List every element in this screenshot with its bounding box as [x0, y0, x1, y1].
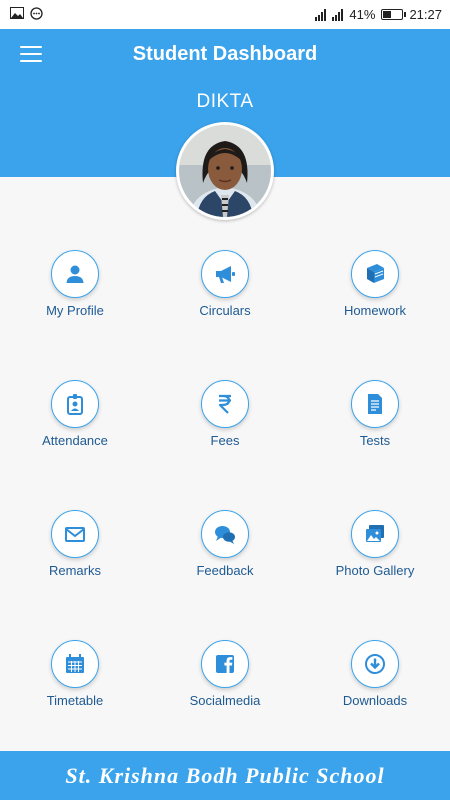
tile-label: Attendance	[42, 433, 108, 448]
id-badge-icon	[51, 380, 99, 428]
tile-label: Downloads	[342, 693, 408, 708]
tile-circulars[interactable]: Circulars	[150, 250, 300, 330]
tile-homework[interactable]: Homework	[300, 250, 450, 330]
battery-percent: 41%	[349, 7, 376, 22]
clock: 21:27	[409, 7, 442, 22]
signal-icon	[315, 8, 327, 21]
tile-attendance[interactable]: Attendance	[0, 380, 150, 460]
photos-icon	[351, 510, 399, 558]
document-icon	[351, 380, 399, 428]
tile-label: Socialmedia	[189, 693, 261, 708]
tile-label: Fees	[210, 433, 240, 448]
tile-label: Tests	[359, 433, 391, 448]
tile-feedback[interactable]: Feedback	[150, 510, 300, 590]
student-name: DIKTA	[196, 91, 254, 112]
rupee-icon	[201, 380, 249, 428]
student-photo	[179, 125, 271, 217]
avatar[interactable]	[176, 122, 274, 220]
download-icon	[351, 640, 399, 688]
tile-remarks[interactable]: Remarks	[0, 510, 150, 590]
signal-icon	[332, 8, 344, 21]
tile-socialmedia[interactable]: Socialmedia	[150, 640, 300, 720]
tile-label: Circulars	[199, 303, 251, 318]
megaphone-icon	[201, 250, 249, 298]
page-title: Student Dashboard	[132, 43, 318, 65]
messenger-icon	[30, 6, 43, 23]
tile-my-profile[interactable]: My Profile	[0, 250, 150, 330]
chat-bubbles-icon	[201, 510, 249, 558]
image-icon	[10, 7, 24, 22]
tile-tests[interactable]: Tests	[300, 380, 450, 460]
tile-timetable[interactable]: Timetable	[0, 640, 150, 720]
tile-label: Photo Gallery	[335, 563, 415, 578]
tile-label: Feedback	[196, 563, 254, 578]
school-name: St. Krishna Bodh Public School	[65, 762, 385, 788]
calendar-icon	[51, 640, 99, 688]
envelope-icon	[51, 510, 99, 558]
tile-fees[interactable]: Fees	[150, 380, 300, 460]
status-bar: 41% 21:27	[0, 0, 450, 29]
facebook-icon	[201, 640, 249, 688]
tile-label: Homework	[343, 303, 407, 318]
book-icon	[351, 250, 399, 298]
tile-label: Remarks	[48, 563, 101, 578]
footer-banner: St. Krishna Bodh Public School	[0, 751, 450, 800]
tile-photo-gallery[interactable]: Photo Gallery	[300, 510, 450, 590]
person-icon	[51, 250, 99, 298]
tile-downloads[interactable]: Downloads	[300, 640, 450, 720]
tile-label: My Profile	[46, 303, 104, 318]
battery-icon	[381, 9, 407, 20]
tile-label: Timetable	[46, 693, 104, 708]
